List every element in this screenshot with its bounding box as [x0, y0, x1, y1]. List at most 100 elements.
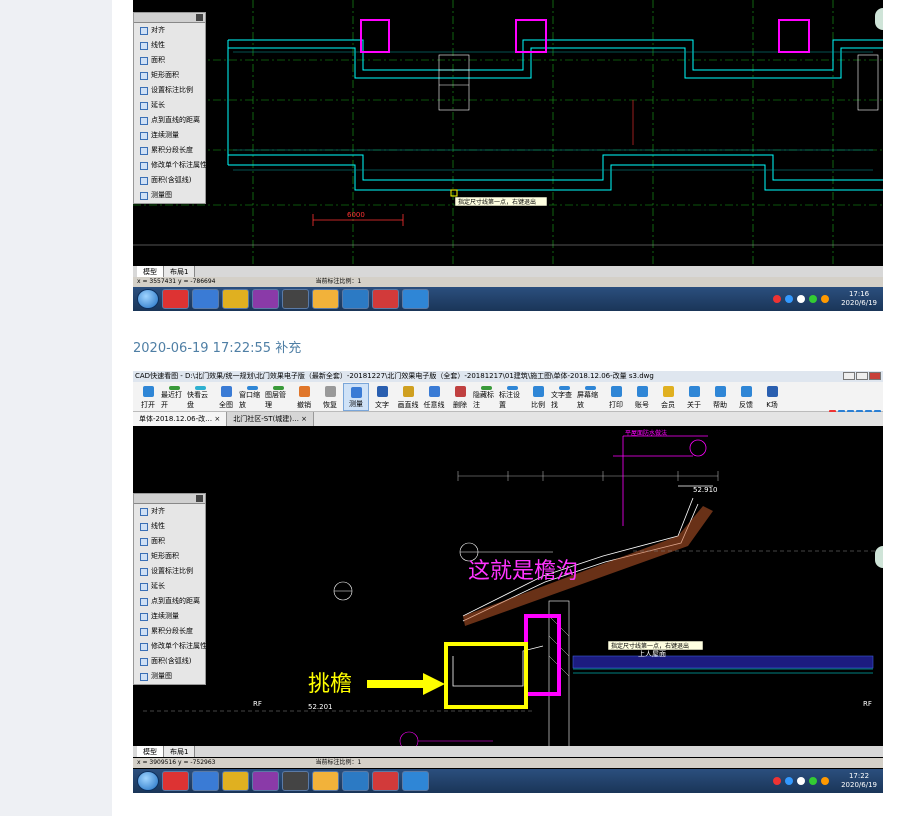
clock[interactable]: 17:16 2020/6/19	[841, 290, 877, 308]
minimize-icon[interactable]	[843, 372, 855, 380]
taskbar-app-7[interactable]	[342, 771, 369, 791]
tray-icon[interactable]	[785, 777, 794, 785]
close-icon[interactable]	[196, 14, 203, 21]
tray-icon[interactable]	[821, 777, 830, 785]
close-icon[interactable]	[196, 495, 203, 502]
ribbon-button[interactable]: 帮助	[707, 383, 733, 411]
tool-edit-label[interactable]: 修改单个标注属性	[134, 639, 207, 654]
taskbar-app-1[interactable]	[162, 289, 189, 309]
doc-tab-1[interactable]: 单体-2018.12.06-改… ×	[133, 412, 228, 426]
tool-measure-map[interactable]: 测量图	[134, 669, 205, 684]
ribbon-button[interactable]: 反馈	[733, 383, 759, 411]
start-button[interactable]	[137, 289, 159, 309]
tool-measure-map[interactable]: 测量图	[134, 188, 205, 203]
ribbon-button[interactable]: 全图	[213, 383, 239, 411]
tool-segment-length[interactable]: 累积分段长度	[134, 624, 205, 639]
tool-arc-area[interactable]: 面积(含弧线)	[134, 173, 205, 188]
tool-linear[interactable]: 线性	[134, 519, 205, 534]
tool-set-scale[interactable]: 设置标注比例	[134, 564, 205, 579]
tool-rect-area[interactable]: 矩形面积	[134, 68, 205, 83]
tray-icon[interactable]	[821, 295, 830, 303]
ribbon-button[interactable]: 恢复	[317, 383, 343, 411]
tab-layout1[interactable]: 布局1	[164, 746, 196, 757]
measure-toolbox[interactable]: 对齐 线性 面积 矩形面积 设置标注比例 延长 点到直线的距离 连续测量 累积分…	[133, 12, 207, 204]
tray-icon[interactable]	[773, 295, 782, 303]
tool-segment-length[interactable]: 累积分段长度	[134, 143, 205, 158]
close-icon[interactable]	[869, 372, 881, 380]
ribbon-button[interactable]: 账号	[629, 383, 655, 411]
tool-area[interactable]: 面积	[134, 534, 205, 549]
taskbar-app-2[interactable]	[192, 289, 219, 309]
taskbar-app-3[interactable]	[222, 771, 249, 791]
tray-icon[interactable]	[797, 777, 806, 785]
toolbox-titlebar[interactable]	[134, 13, 205, 23]
start-button[interactable]	[137, 771, 159, 791]
tab-model[interactable]: 模型	[137, 266, 164, 277]
ribbon-button[interactable]: 撤销	[291, 383, 317, 411]
ribbon-button[interactable]: 标注设置	[499, 383, 525, 411]
taskbar-app-8[interactable]	[372, 771, 399, 791]
ribbon-button[interactable]: 画直线	[395, 383, 421, 411]
tray-icon[interactable]	[809, 295, 818, 303]
ribbon-button[interactable]: 打开	[135, 383, 161, 411]
ribbon-button[interactable]: 会员	[655, 383, 681, 411]
ribbon-button[interactable]: 隐藏标注	[473, 383, 499, 411]
ribbon-button[interactable]: 窗口缩放	[239, 383, 265, 411]
taskbar-app-5[interactable]	[282, 289, 309, 309]
taskbar-app-3[interactable]	[222, 289, 249, 309]
taskbar-app-1[interactable]	[162, 771, 189, 791]
taskbar-app-4[interactable]	[252, 289, 279, 309]
taskbar-app-8[interactable]	[372, 289, 399, 309]
taskbar-app-5[interactable]	[282, 771, 309, 791]
taskbar-app-4[interactable]	[252, 771, 279, 791]
ribbon-button[interactable]: 关于	[681, 383, 707, 411]
cad-canvas-1[interactable]: 6000 指定尺寸线第一点，右键退出 对齐 线性 面积 矩形面积 设置标注比例 …	[133, 0, 883, 266]
ribbon-button[interactable]: 打印	[603, 383, 629, 411]
tool-arc-area[interactable]: 面积(含弧线)	[134, 654, 205, 669]
tray-icon[interactable]	[809, 777, 818, 785]
tool-continuous[interactable]: 连续测量	[134, 609, 205, 624]
doc-tab-2[interactable]: 北门社区-ST(城建)… ×	[227, 412, 315, 426]
tool-point-line[interactable]: 点到直线的距离	[134, 594, 205, 609]
ribbon-button[interactable]: 文字	[369, 383, 395, 411]
ribbon-button[interactable]: 最近打开	[161, 383, 187, 411]
ribbon-button[interactable]: 屏幕缩放	[577, 383, 603, 411]
tool-rect-area[interactable]: 矩形面积	[134, 549, 205, 564]
taskbar-app-7[interactable]	[342, 289, 369, 309]
cad-canvas-2[interactable]: 平屋面防水做法 52.201 52.910 RF RF 上人屋面 指定尺寸线第一…	[133, 426, 883, 746]
taskbar-app-6[interactable]	[312, 771, 339, 791]
screenshot-2[interactable]: CAD快速看图 - D:\北门效果/统一规划\北门效果电子版（最新全套）-201…	[133, 371, 883, 793]
tool-linear[interactable]: 线性	[134, 38, 205, 53]
ribbon-button[interactable]: K场	[759, 383, 785, 411]
maximize-icon[interactable]	[856, 372, 868, 380]
tool-align[interactable]: 对齐	[134, 23, 205, 38]
taskbar-app-6[interactable]	[312, 289, 339, 309]
tray-icon[interactable]	[773, 777, 782, 785]
side-float-button[interactable]	[875, 8, 883, 30]
taskbar-app-2[interactable]	[192, 771, 219, 791]
tool-point-line[interactable]: 点到直线的距离	[134, 113, 205, 128]
tray-icon[interactable]	[785, 295, 794, 303]
clock[interactable]: 17:22 2020/6/19	[841, 772, 877, 790]
toolbox-titlebar[interactable]	[134, 494, 205, 504]
taskbar-app-9[interactable]	[402, 289, 429, 309]
tool-align[interactable]: 对齐	[134, 504, 205, 519]
ribbon-button[interactable]: 删除	[447, 383, 473, 411]
tool-continuous[interactable]: 连续测量	[134, 128, 205, 143]
taskbar-app-9[interactable]	[402, 771, 429, 791]
ribbon-button[interactable]: 任意线	[421, 383, 447, 411]
tool-set-scale[interactable]: 设置标注比例	[134, 83, 205, 98]
tool-edit-label[interactable]: 修改单个标注属性	[134, 158, 207, 173]
tab-model[interactable]: 模型	[137, 746, 164, 757]
tool-extend[interactable]: 延长	[134, 579, 205, 594]
tool-extend[interactable]: 延长	[134, 98, 205, 113]
screenshot-1[interactable]: 6000 指定尺寸线第一点，右键退出 对齐 线性 面积 矩形面积 设置标注比例 …	[133, 0, 883, 311]
ribbon-button[interactable]: 快看云盘	[187, 383, 213, 411]
ribbon-button[interactable]: 比例	[525, 383, 551, 411]
tab-layout1[interactable]: 布局1	[164, 266, 196, 277]
ribbon-button[interactable]: 图层管理	[265, 383, 291, 411]
measure-toolbox-2[interactable]: 对齐 线性 面积 矩形面积 设置标注比例 延长 点到直线的距离 连续测量 累积分…	[133, 493, 207, 685]
ribbon-button[interactable]: 测量	[343, 383, 369, 411]
tray-icon[interactable]	[797, 295, 806, 303]
tool-area[interactable]: 面积	[134, 53, 205, 68]
